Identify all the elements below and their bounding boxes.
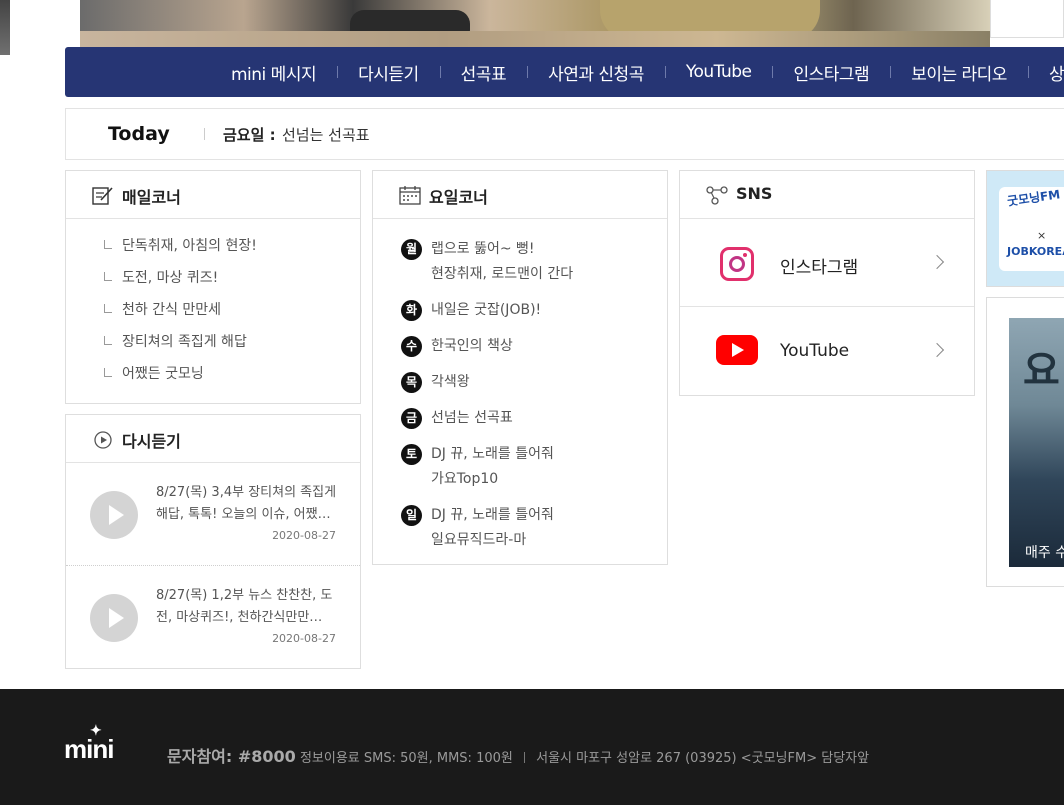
star-icon: ✦ <box>90 722 102 738</box>
nav-item-visible-radio[interactable]: 보이는 라디오 <box>890 60 1028 85</box>
sns-instagram-label: 인스타그램 <box>780 258 859 278</box>
list-item[interactable]: 일 DJ 뀨, 노래를 틀어줘 일요뮤직드라-마 <box>401 503 667 553</box>
list-item[interactable]: 천하 간식 만만세 <box>102 299 360 331</box>
nav-item-requests[interactable]: 사연과 신청곡 <box>527 60 665 85</box>
replay-item-date: 2020-08-27 <box>272 529 336 542</box>
day-badge: 토 <box>401 444 422 465</box>
daily-corner-header: 매일코너 <box>66 171 360 219</box>
weekly-corner-header: 요일코너 <box>373 171 667 219</box>
footer-sms: 문자참여: #8000 <box>167 747 296 766</box>
day-badge: 일 <box>401 505 422 526</box>
weekly-corner-title: 요일코너 <box>429 188 488 207</box>
instagram-icon <box>720 247 754 281</box>
jobkorea-banner[interactable]: 굿모닝FM × JOBKOREA <box>986 170 1064 287</box>
replay-box: 다시듣기 8/27(목) 3,4부 장티쳐의 족집게 해답, 톡톡! 오늘의 이… <box>65 414 361 669</box>
today-divider <box>204 128 205 140</box>
nav-item-youtube[interactable]: YouTube <box>664 62 773 82</box>
replay-item[interactable]: 8/27(목) 3,4부 장티쳐의 족집게 해답, 톡톡! 오늘의 이슈, 어쨌… <box>66 463 360 566</box>
today-label: Today <box>108 123 170 145</box>
nav-item-instagram[interactable]: 인스타그램 <box>772 60 890 85</box>
replay-title: 다시듣기 <box>122 432 181 451</box>
sns-box: SNS 인스타그램 YouTube <box>679 170 975 396</box>
today-day: 금요일 : <box>223 126 276 144</box>
replay-item-date: 2020-08-27 <box>272 632 336 645</box>
sns-title: SNS <box>736 184 773 203</box>
replay-item-title[interactable]: 8/27(목) 3,4부 장티쳐의 족집게 해답, 톡톡! 오늘의 이슈, 어쨌… <box>156 482 341 526</box>
daily-corner-title: 매일코너 <box>122 188 181 207</box>
daily-corner-box: 매일코너 단독취재, 아침의 현장! 도전, 마상 퀴즈! 천하 간식 만만세 … <box>65 170 361 404</box>
hero-side-card[interactable] <box>990 0 1064 38</box>
sns-instagram-row[interactable]: 인스타그램 <box>680 219 974 307</box>
day-badge: 수 <box>401 336 422 357</box>
list-item[interactable]: 수 한국인의 책상 <box>401 334 667 359</box>
sns-youtube-label: YouTube <box>780 341 850 361</box>
list-item[interactable]: 단독취재, 아침의 현장! <box>102 235 360 267</box>
footer-address: 서울시 마포구 성암로 267 (03925) <굿모닝FM> 담당자앞 <box>536 751 870 766</box>
day-badge: 화 <box>401 300 422 321</box>
today-program[interactable]: 선넘는 선곡표 <box>282 124 370 145</box>
calendar-icon <box>399 186 421 205</box>
nav-item-playlist[interactable]: 선곡표 <box>439 60 527 85</box>
footer-info: 문자참여: #8000 정보이용료 SMS: 50원, MMS: 100원 서울… <box>167 743 869 767</box>
footer-divider <box>523 752 525 763</box>
day-badge: 월 <box>401 239 422 260</box>
sns-youtube-row[interactable]: YouTube <box>680 307 974 395</box>
footer-fee: 정보이용료 SMS: 50원, MMS: 100원 <box>299 751 513 766</box>
footer: mini ✦ 문자참여: #8000 정보이용료 SMS: 50원, MMS: 1… <box>0 689 1064 805</box>
youtube-icon <box>716 335 758 365</box>
chevron-right-icon <box>929 342 945 358</box>
play-button[interactable] <box>90 594 138 642</box>
list-item[interactable]: 토 DJ 뀨, 노래를 틀어줘 가요Top10 <box>401 442 667 492</box>
today-bar: Today 금요일 : 선넘는 선곡표 <box>65 108 1064 160</box>
chevron-right-icon <box>929 254 945 270</box>
day-badge: 목 <box>401 372 422 393</box>
hero-photo <box>80 0 990 47</box>
list-item[interactable]: 도전, 마상 퀴즈! <box>102 267 360 299</box>
nav-item-more[interactable]: 상 <box>1027 60 1064 85</box>
play-button[interactable] <box>90 491 138 539</box>
list-item[interactable]: 장티쳐의 족집게 해답 <box>102 331 360 363</box>
nav-item-mini-message[interactable]: mini 메시지 <box>210 60 337 85</box>
sns-header: SNS <box>680 171 974 219</box>
weekly-corner-list: 월 랩으로 뚫어~ 뻥! 현장취재, 로드맨이 간다 화 내일은 굿잡(JOB)! 수… <box>373 219 667 553</box>
share-nodes-icon <box>706 186 728 205</box>
nav-item-replay[interactable]: 다시듣기 <box>337 60 440 85</box>
banner-caption: 매주 수 <box>1025 545 1064 561</box>
list-item[interactable]: 월 랩으로 뚫어~ 뻥! 현장취재, 로드맨이 간다 <box>401 237 667 287</box>
list-item[interactable]: 화 내일은 굿잡(JOB)! <box>401 298 667 323</box>
day-badge: 금 <box>401 408 422 429</box>
mini-logo[interactable]: mini ✦ <box>64 722 114 765</box>
program-banner[interactable]: 요 매주 수 <box>986 297 1064 587</box>
list-item[interactable]: 목 각색왕 <box>401 370 667 395</box>
list-item[interactable]: 어쨌든 굿모닝 <box>102 363 360 395</box>
weekly-corner-box: 요일코너 월 랩으로 뚫어~ 뻥! 현장취재, 로드맨이 간다 화 내일은 굿잡(JO… <box>372 170 668 565</box>
replay-header: 다시듣기 <box>66 415 360 463</box>
edit-note-icon <box>92 187 113 205</box>
replay-item[interactable]: 8/27(목) 1,2부 뉴스 찬찬찬, 도전, 마상퀴즈!, 천하간식만만… … <box>66 566 360 669</box>
replay-item-title[interactable]: 8/27(목) 1,2부 뉴스 찬찬찬, 도전, 마상퀴즈!, 천하간식만만… <box>156 585 341 629</box>
list-item[interactable]: 금 선넘는 선곡표 <box>401 406 667 431</box>
hero-left-edge <box>0 0 10 55</box>
daily-corner-list: 단독취재, 아침의 현장! 도전, 마상 퀴즈! 천하 간식 만만세 장티쳐의 … <box>66 219 360 395</box>
main-nav: mini 메시지 다시듣기 선곡표 사연과 신청곡 YouTube 인스타그램 … <box>65 47 1064 97</box>
play-circle-icon <box>94 431 112 449</box>
